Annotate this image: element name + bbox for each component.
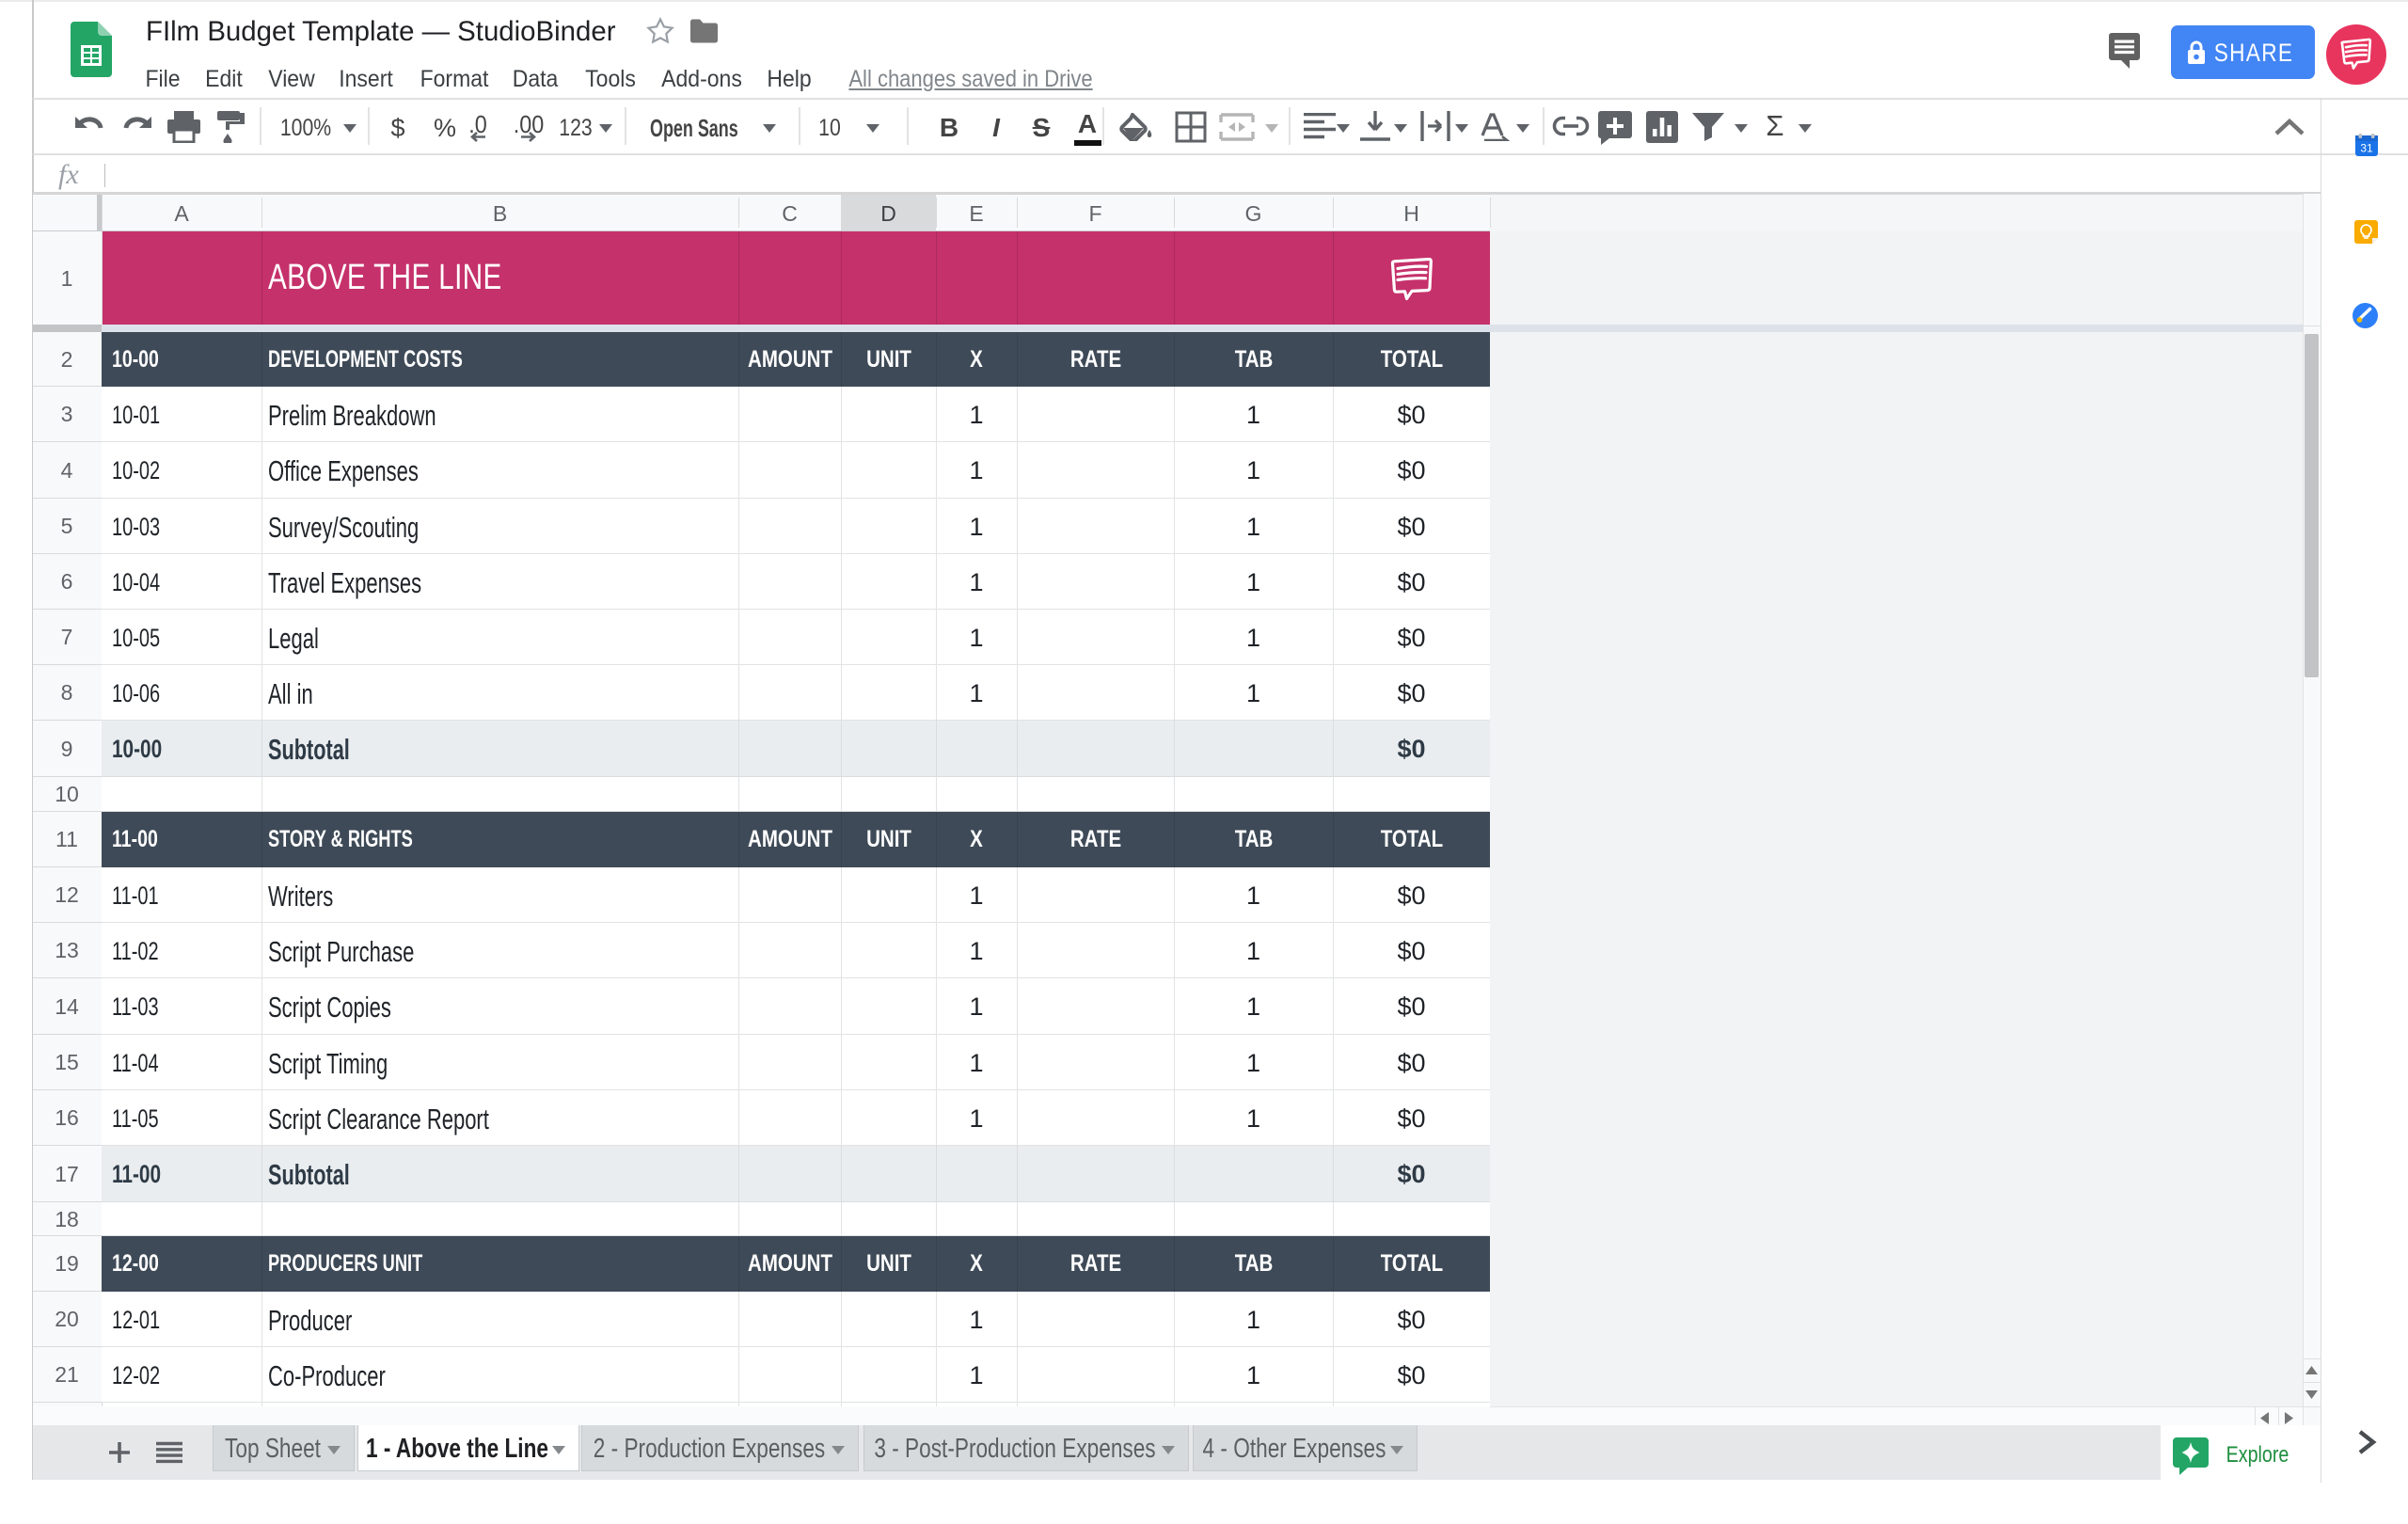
svg-text:31: 31 — [2360, 142, 2373, 155]
